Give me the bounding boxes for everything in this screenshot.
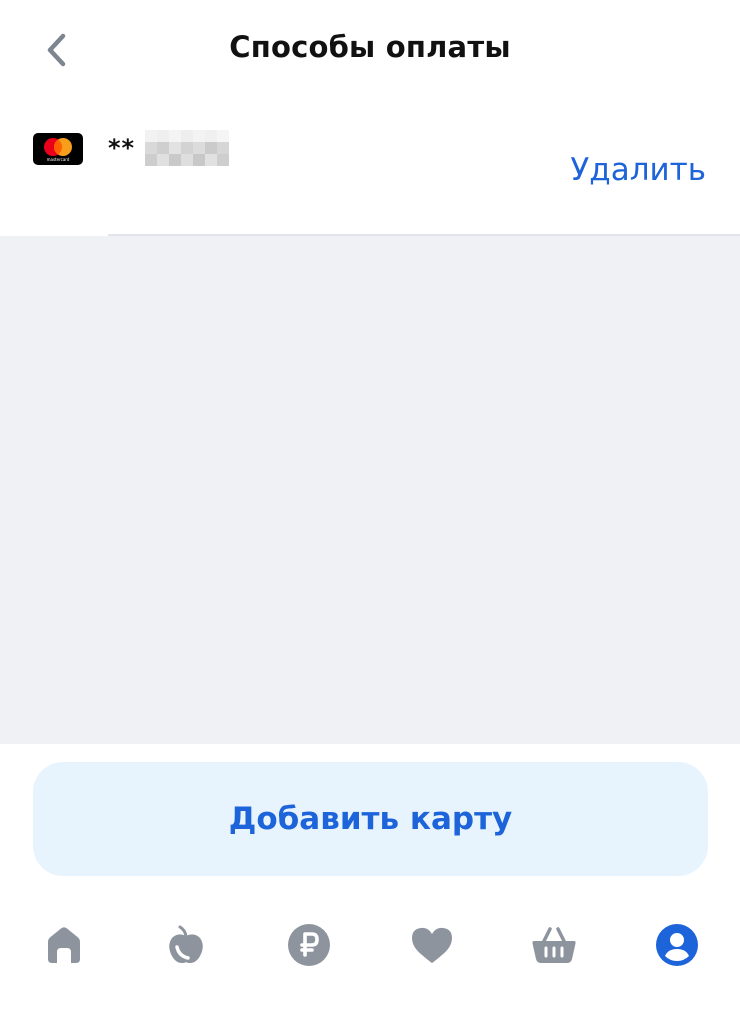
apple-icon	[169, 925, 203, 963]
nav-item-cart[interactable]	[529, 920, 579, 970]
nav-item-payments[interactable]	[284, 920, 334, 970]
payment-methods-screen: Способы оплаты mastercard ** Удалить Доб…	[0, 0, 740, 1032]
nav-item-favorites[interactable]	[407, 920, 457, 970]
card-mask: **	[108, 134, 136, 162]
card-number: **	[108, 130, 237, 174]
empty-content-area	[0, 236, 740, 744]
profile-icon	[656, 924, 698, 966]
redacted-card-digits	[145, 130, 237, 174]
ruble-icon	[288, 924, 330, 966]
page-title: Способы оплаты	[229, 30, 511, 64]
mastercard-logo: mastercard	[33, 133, 83, 165]
payment-card-row: mastercard ** Удалить	[0, 100, 740, 236]
nav-item-profile[interactable]	[652, 920, 702, 970]
delete-card-button[interactable]: Удалить	[570, 152, 706, 188]
home-icon	[48, 927, 80, 963]
add-card-button[interactable]: Добавить карту	[33, 762, 708, 876]
bottom-navigation	[0, 900, 740, 990]
mastercard-wordmark: mastercard	[46, 157, 70, 162]
basket-icon	[532, 927, 576, 963]
nav-item-home[interactable]	[39, 920, 89, 970]
heart-icon	[412, 927, 452, 963]
nav-item-catalog[interactable]	[161, 920, 211, 970]
header: Способы оплаты	[0, 0, 740, 100]
